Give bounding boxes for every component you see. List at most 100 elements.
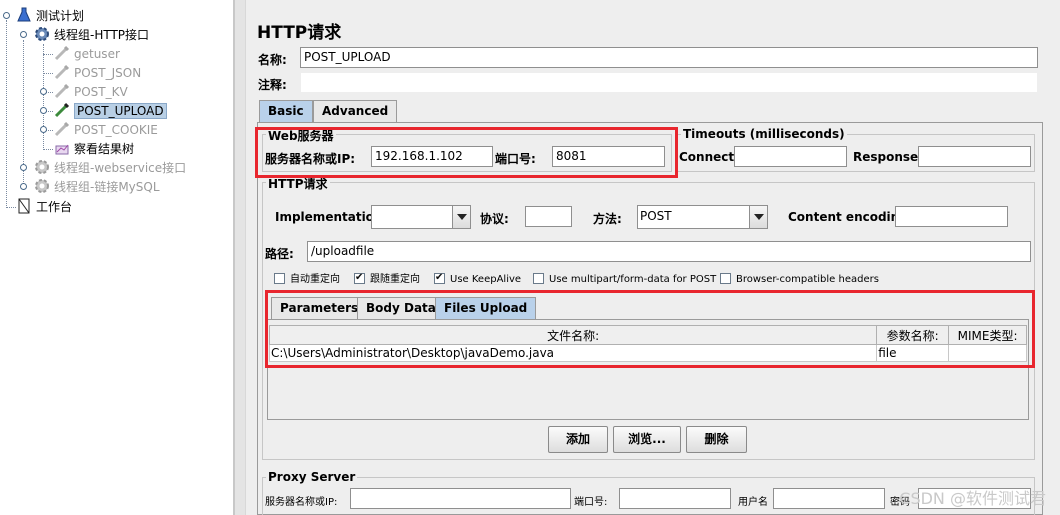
tree-item-label: 工作台 [36, 200, 73, 214]
expand-toggle[interactable] [3, 12, 10, 19]
pipette-icon [54, 64, 70, 80]
tab-basic[interactable]: Basic [259, 100, 313, 122]
split-pane-divider[interactable] [234, 0, 246, 515]
chevron-down-icon [452, 206, 470, 228]
path-label: 路径: [265, 247, 294, 261]
expand-toggle[interactable] [20, 164, 27, 171]
checkbox-box [533, 273, 544, 284]
method-select[interactable]: POST [637, 205, 768, 229]
checkbox-box [354, 271, 365, 285]
checkbox-label: Use multipart/form-data for POST [549, 274, 717, 285]
proxy-server-label: 服务器名称或IP: [265, 497, 338, 508]
expand-toggle[interactable] [40, 107, 47, 114]
tree-item-sampler-post-kv[interactable]: POST_KV [54, 83, 128, 101]
gear-icon [34, 26, 50, 42]
comment-field[interactable] [300, 72, 1038, 93]
tab-advanced[interactable]: Advanced [313, 100, 398, 122]
add-button[interactable]: 添加 [548, 426, 608, 453]
tree-item-view-results-tree[interactable]: 察看结果树 [54, 140, 134, 158]
tree-item-sampler-post-upload[interactable]: POST_UPLOAD [54, 102, 167, 120]
tree-item-label: getuser [74, 47, 120, 61]
connect-label: Connect: [679, 150, 739, 164]
checkbox-box [720, 273, 731, 284]
watermark: CSDN @软件测试君 [899, 489, 1046, 508]
tree-item-workbench[interactable]: 工作台 [16, 198, 72, 216]
content-encoding-label: Content encoding: [788, 210, 913, 224]
checkbox-box [434, 271, 445, 285]
tree-line [6, 207, 16, 208]
tree-item-thread-group-webservice[interactable]: 线程组-webservice接口 [34, 159, 186, 177]
proxy-port-field[interactable] [619, 488, 731, 509]
expand-toggle[interactable] [20, 31, 27, 38]
pipette-icon [54, 102, 70, 118]
comment-label: 注释: [258, 78, 287, 92]
tree-item-label: 测试计划 [36, 9, 85, 23]
tree-item-label: 线程组-链接MySQL [54, 180, 160, 194]
chart-icon [54, 140, 70, 156]
proxy-user-field[interactable] [773, 488, 885, 509]
tree-item-sampler-post-json[interactable]: POST_JSON [54, 64, 141, 82]
method-value: POST [640, 209, 672, 223]
checkbox-box [274, 273, 285, 284]
tree-item-label: POST_JSON [74, 66, 142, 80]
tree-item-label: POST_UPLOAD [74, 103, 167, 119]
page-title: HTTP请求 [257, 23, 342, 43]
checkbox-label: 自动重定向 [290, 274, 340, 285]
name-label: 名称: [258, 53, 287, 67]
timeouts-legend: Timeouts (milliseconds) [681, 127, 847, 141]
proxy-server-field[interactable] [350, 488, 571, 509]
pipette-icon [54, 45, 70, 61]
browser-headers-checkbox[interactable]: Browser-compatible headers [720, 273, 879, 287]
response-label: Response: [853, 150, 923, 164]
path-field[interactable]: /uploadfile [307, 241, 1031, 262]
delete-button[interactable]: 删除 [686, 426, 747, 453]
name-field[interactable]: POST_UPLOAD [300, 47, 1038, 68]
highlight-box-files-upload [265, 290, 1035, 368]
follow-redirects-checkbox[interactable]: 跟随重定向 [354, 271, 420, 287]
tree-item-label: 察看结果树 [74, 142, 135, 156]
multipart-checkbox[interactable]: Use multipart/form-data for POST [533, 273, 716, 287]
highlight-box-web-server [255, 127, 678, 178]
tree-item-label: POST_KV [74, 85, 128, 99]
expand-toggle[interactable] [40, 88, 47, 95]
tree-item-label: 线程组-webservice接口 [54, 161, 187, 175]
tree-item-thread-group-mysql[interactable]: 线程组-链接MySQL [34, 178, 160, 196]
connect-timeout-field[interactable] [734, 146, 847, 167]
gear-icon [34, 178, 50, 194]
tree-line [43, 54, 53, 55]
method-label: 方法: [593, 212, 622, 226]
redirect-auto-checkbox[interactable]: 自动重定向 [274, 273, 340, 287]
tree-line [43, 44, 44, 150]
chevron-down-icon [749, 206, 767, 228]
workbench-icon [16, 198, 32, 214]
expand-toggle[interactable] [20, 183, 27, 190]
expand-toggle[interactable] [40, 126, 47, 133]
protocol-label: 协议: [480, 212, 509, 226]
protocol-field[interactable] [525, 206, 572, 227]
content-encoding-field[interactable] [895, 206, 1008, 227]
checkbox-label: Use KeepAlive [450, 274, 522, 285]
flask-icon [16, 7, 32, 23]
tree-item-test-plan[interactable]: 测试计划 [16, 7, 84, 25]
tree-line [43, 73, 53, 74]
tree-item-thread-group-http[interactable]: 线程组-HTTP接口 [34, 26, 149, 44]
proxy-server-legend: Proxy Server [266, 470, 358, 484]
proxy-user-label: 用户名 [738, 497, 768, 508]
gear-icon [34, 159, 50, 175]
pipette-icon [54, 121, 70, 137]
tree-item-sampler-getuser[interactable]: getuser [54, 45, 120, 63]
checkbox-label: 跟随重定向 [370, 274, 420, 285]
tree-item-label: POST_COOKIE [74, 123, 158, 137]
pipette-icon [54, 83, 70, 99]
tree-item-sampler-post-cookie[interactable]: POST_COOKIE [54, 121, 158, 139]
implementation-select[interactable] [371, 205, 471, 229]
checkbox-label: Browser-compatible headers [736, 274, 879, 285]
tree-item-label: 线程组-HTTP接口 [54, 28, 150, 42]
tree-line [43, 149, 53, 150]
test-plan-tree[interactable]: 测试计划 线程组-HTTP接口 getuser POST_JSON POST_K… [0, 0, 234, 515]
tree-line [6, 20, 7, 208]
browse-button[interactable]: 浏览... [613, 426, 681, 453]
proxy-port-label: 端口号: [574, 497, 608, 508]
response-timeout-field[interactable] [918, 146, 1031, 167]
keepalive-checkbox[interactable]: Use KeepAlive [434, 271, 522, 287]
